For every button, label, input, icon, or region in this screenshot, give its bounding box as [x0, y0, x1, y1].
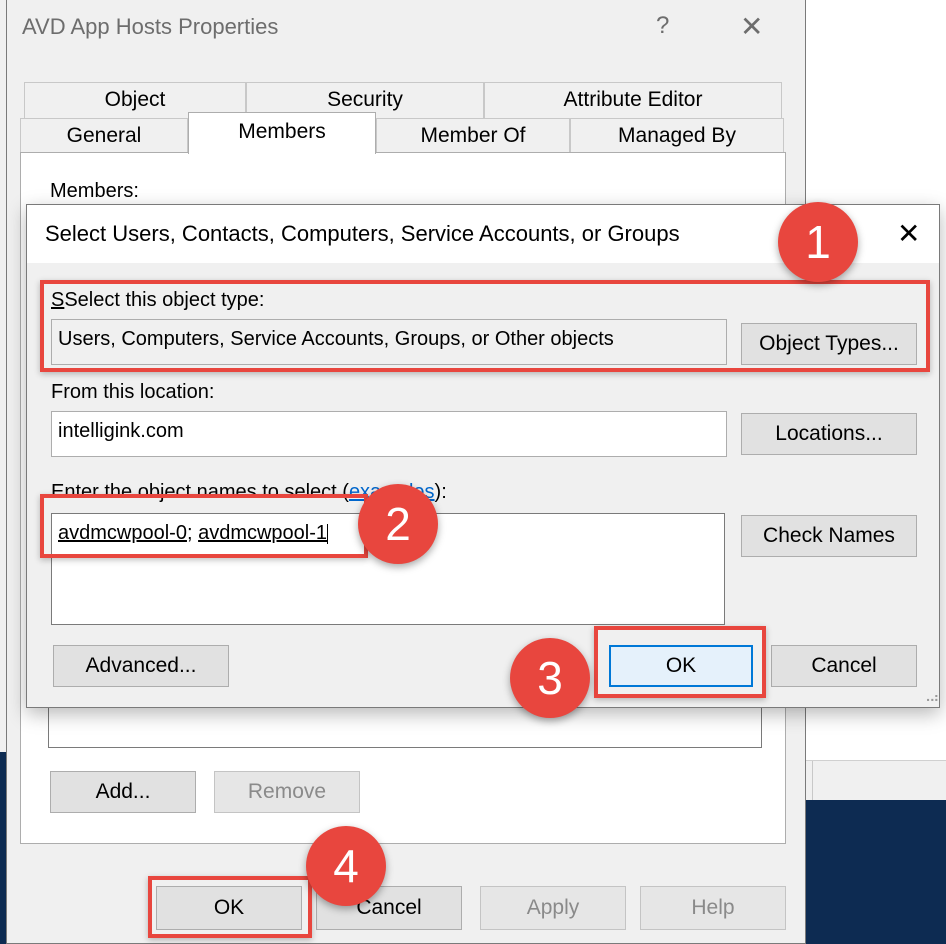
step-badge-1: 1: [778, 202, 858, 282]
properties-window-title: AVD App Hosts Properties: [22, 14, 279, 39]
highlight-object-type: [40, 280, 930, 372]
step-badge-3: 3: [510, 638, 590, 718]
dialog-title: Select Users, Contacts, Computers, Servi…: [45, 221, 680, 246]
locations-button[interactable]: Locations...: [741, 413, 917, 455]
tab-members[interactable]: Members: [188, 112, 376, 154]
advanced-button[interactable]: Advanced...: [53, 645, 229, 687]
add-button[interactable]: Add...: [50, 771, 196, 813]
close-icon[interactable]: ✕: [740, 10, 763, 43]
highlight-object-names: [40, 494, 368, 558]
check-names-button[interactable]: Check Names: [741, 515, 917, 557]
highlight-dialog-ok: [594, 626, 766, 698]
members-label: Members:: [50, 180, 139, 202]
step-badge-4: 4: [306, 826, 386, 906]
help-button[interactable]: Help: [640, 886, 786, 930]
remove-button[interactable]: Remove: [214, 771, 360, 813]
highlight-properties-ok: [148, 876, 312, 938]
background-toolbar-strip: [800, 760, 946, 801]
tab-managed-by[interactable]: Managed By: [570, 118, 784, 154]
step-badge-2: 2: [358, 484, 438, 564]
resize-grip-icon[interactable]: ⠠⠴: [921, 689, 939, 706]
dialog-cancel-button[interactable]: Cancel: [771, 645, 917, 687]
location-field: intelligink.com: [51, 411, 727, 457]
help-icon[interactable]: ?: [656, 12, 669, 40]
tab-general[interactable]: General: [20, 118, 188, 154]
tab-attribute-editor[interactable]: Attribute Editor: [484, 82, 782, 118]
desktop-navy-area: [806, 800, 946, 944]
location-label: From this location:: [51, 381, 215, 403]
apply-button[interactable]: Apply: [480, 886, 626, 930]
tab-member-of[interactable]: Member Of: [376, 118, 570, 154]
dialog-close-icon[interactable]: ✕: [897, 217, 920, 250]
